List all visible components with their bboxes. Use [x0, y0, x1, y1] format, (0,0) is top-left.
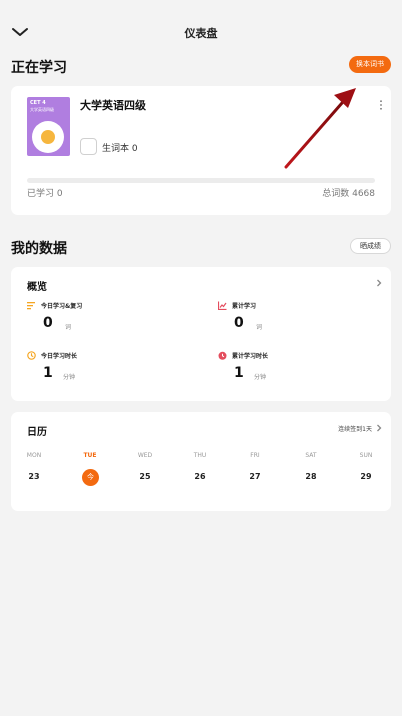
stat-today-words: 今日学习&复习 0 词: [27, 301, 197, 333]
learned-label: 已学习: [27, 189, 55, 199]
calendar-date[interactable]: 29: [346, 472, 386, 481]
my-data-section-title: 我的数据: [11, 241, 67, 257]
calendar-weekday: TUE: [83, 452, 97, 459]
calendar-date[interactable]: 27: [235, 472, 275, 481]
clock-icon: [27, 351, 36, 360]
cover-subtitle: 大学英语四级: [30, 107, 54, 112]
calendar-date[interactable]: 23: [14, 472, 54, 481]
vocab-book-checkbox[interactable]: [80, 138, 97, 155]
stat-value: 1: [234, 365, 244, 381]
calendar-date[interactable]: 26: [180, 472, 220, 481]
stat-value: 0: [234, 315, 244, 331]
calendar-title: 日历: [27, 427, 47, 438]
page-title: 仪表盘: [184, 27, 218, 40]
calendar-date[interactable]: 25: [125, 472, 165, 481]
overview-title: 概览: [27, 282, 47, 293]
vocab-book-count: 0: [131, 144, 138, 154]
calendar-today[interactable]: 今: [82, 469, 99, 486]
top-bar: 仪表盘: [0, 0, 402, 56]
stat-today-time: 今日学习时长 1 分钟: [27, 351, 197, 383]
list-icon: [27, 302, 35, 310]
cover-code: CET 4: [30, 100, 46, 106]
chevron-right-icon[interactable]: [375, 424, 383, 432]
calendar-weekday: FRI: [250, 452, 260, 459]
stat-total-words: 累计学习 0 词: [218, 301, 388, 333]
stat-label: 累计学习时长: [232, 353, 269, 360]
share-results-button[interactable]: 晒成绩: [350, 238, 391, 254]
calendar-weekday: SUN: [359, 452, 373, 459]
calendar-weekday: MON: [26, 452, 42, 459]
more-vertical-icon[interactable]: [379, 100, 383, 110]
stat-unit: 分钟: [63, 374, 76, 381]
alarm-clock-icon: [218, 351, 227, 360]
book-cover[interactable]: CET 4 大学英语四级: [27, 97, 70, 156]
calendar-date[interactable]: 28: [291, 472, 331, 481]
stat-value: 0: [43, 315, 53, 331]
calendar-weekday: THU: [193, 452, 207, 459]
stat-label: 累计学习: [232, 303, 257, 310]
stat-unit: 词: [256, 324, 263, 331]
stat-unit: 词: [65, 324, 72, 331]
learned-value: 0: [56, 189, 63, 199]
stat-unit: 分钟: [254, 374, 267, 381]
stat-value: 1: [43, 365, 53, 381]
annotation-arrow-icon: [284, 88, 356, 169]
total-value: 4668: [352, 189, 375, 199]
chart-icon: [218, 301, 227, 310]
learned-count: 已学习 0: [27, 186, 63, 199]
vocab-book-text: 生词本: [102, 144, 130, 154]
total-label: 总词数: [322, 189, 350, 199]
chevron-right-icon[interactable]: [375, 279, 383, 287]
progress-bar: [27, 178, 375, 183]
streak-label[interactable]: 连续签到1天: [338, 424, 372, 433]
calendar-weekday: SAT: [305, 452, 317, 459]
change-book-button[interactable]: 换本词书: [349, 56, 391, 73]
studying-section-title: 正在学习: [11, 60, 67, 76]
stat-label: 今日学习&复习: [41, 303, 83, 310]
egg-icon: [32, 121, 64, 153]
calendar-weekday: WED: [137, 452, 153, 459]
stat-total-time: 累计学习时长 1 分钟: [218, 351, 388, 383]
overview-card[interactable]: 概览 今日学习&复习 0 词 累计学习 0 词 今日学习时长 1 分钟 累计学习…: [11, 267, 391, 401]
calendar-card[interactable]: 日历 连续签到1天 MON 23 TUE 今 WED 25 THU 26 FRI 27 SAT 28 S…: [11, 412, 391, 511]
vocab-book-label[interactable]: 生词本 0: [102, 141, 138, 154]
total-count: 总词数 4668: [322, 186, 375, 199]
book-name: 大学英语四级: [80, 99, 146, 112]
stat-label: 今日学习时长: [41, 353, 78, 360]
